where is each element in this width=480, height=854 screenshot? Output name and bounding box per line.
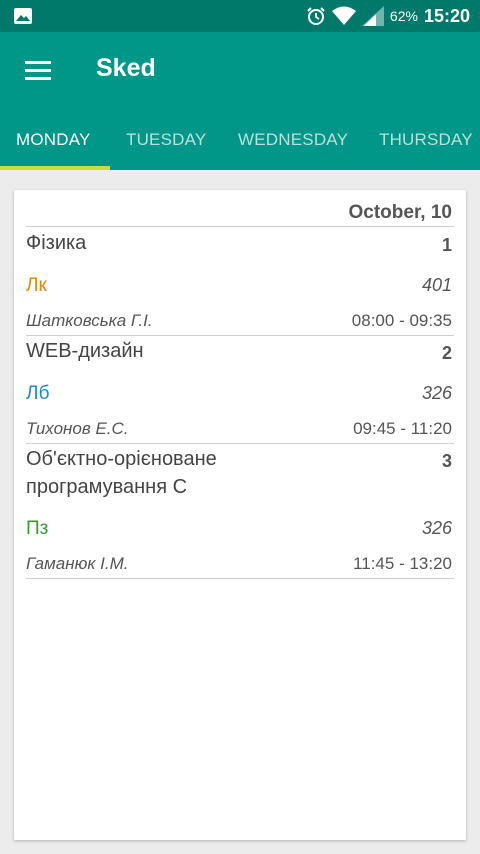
tab-tuesday[interactable]: TUESDAY: [126, 110, 206, 170]
tab-thursday[interactable]: THURSDAY: [379, 110, 473, 170]
lesson-number: 1: [441, 235, 452, 255]
status-bar: 62% 15:20: [0, 0, 480, 32]
lesson-item[interactable]: WEB-дизайн 2 Лб 326 Тихонов Е.С. 09:45 -…: [26, 335, 454, 444]
tab-indicator: [0, 166, 110, 170]
schedule-card: October, 10 Фізика 1 Лк 401 Шатковська Г…: [14, 190, 466, 840]
lesson-subject: Фізика: [26, 232, 87, 254]
date-label: October, 10: [348, 202, 453, 223]
signal-icon: [361, 6, 384, 26]
app-bar: Sked: [0, 32, 480, 110]
status-time: 15:20: [423, 5, 470, 26]
lesson-room: 326: [421, 518, 452, 538]
day-tabs: MONDAY TUESDAY WEDNESDAY THURSDAY: [0, 110, 480, 170]
lesson-item[interactable]: Фізика 1 Лк 401 Шатковська Г.І. 08:00 - …: [26, 227, 454, 336]
hamburger-menu-icon: [25, 61, 51, 80]
lesson-type: Лб: [26, 383, 50, 404]
wifi-icon: [331, 6, 356, 25]
lesson-number: 3: [441, 451, 452, 471]
app-title: Sked: [96, 54, 156, 82]
tab-monday[interactable]: MONDAY: [16, 110, 91, 170]
lesson-teacher: Гаманюк І.М.: [26, 554, 129, 573]
lesson-time: 11:45 - 13:20: [353, 554, 452, 573]
lesson-teacher: Тихонов Е.С.: [26, 419, 129, 438]
menu-button[interactable]: [14, 46, 62, 94]
lesson-type: Лк: [26, 275, 47, 296]
lesson-subject: WEB-дизайн: [26, 340, 144, 362]
battery-percent: 62%: [389, 8, 418, 24]
lesson-room: 401: [421, 275, 452, 295]
lesson-teacher: Шатковська Г.І.: [26, 311, 153, 330]
tab-wednesday[interactable]: WEDNESDAY: [238, 110, 348, 170]
lesson-item[interactable]: Об'єктно-орієноване програмування С 3 Пз…: [26, 443, 454, 579]
lesson-time: 08:00 - 09:35: [351, 311, 452, 330]
image-icon: [14, 8, 32, 24]
lesson-number: 2: [441, 343, 452, 363]
lesson-subject: Об'єктно-орієноване програмування С: [26, 448, 217, 498]
alarm-icon: [307, 7, 325, 25]
lesson-room: 326: [421, 383, 452, 403]
lesson-type: Пз: [26, 518, 49, 539]
lesson-time: 09:45 - 11:20: [353, 419, 452, 438]
card-header: October, 10: [26, 190, 454, 227]
